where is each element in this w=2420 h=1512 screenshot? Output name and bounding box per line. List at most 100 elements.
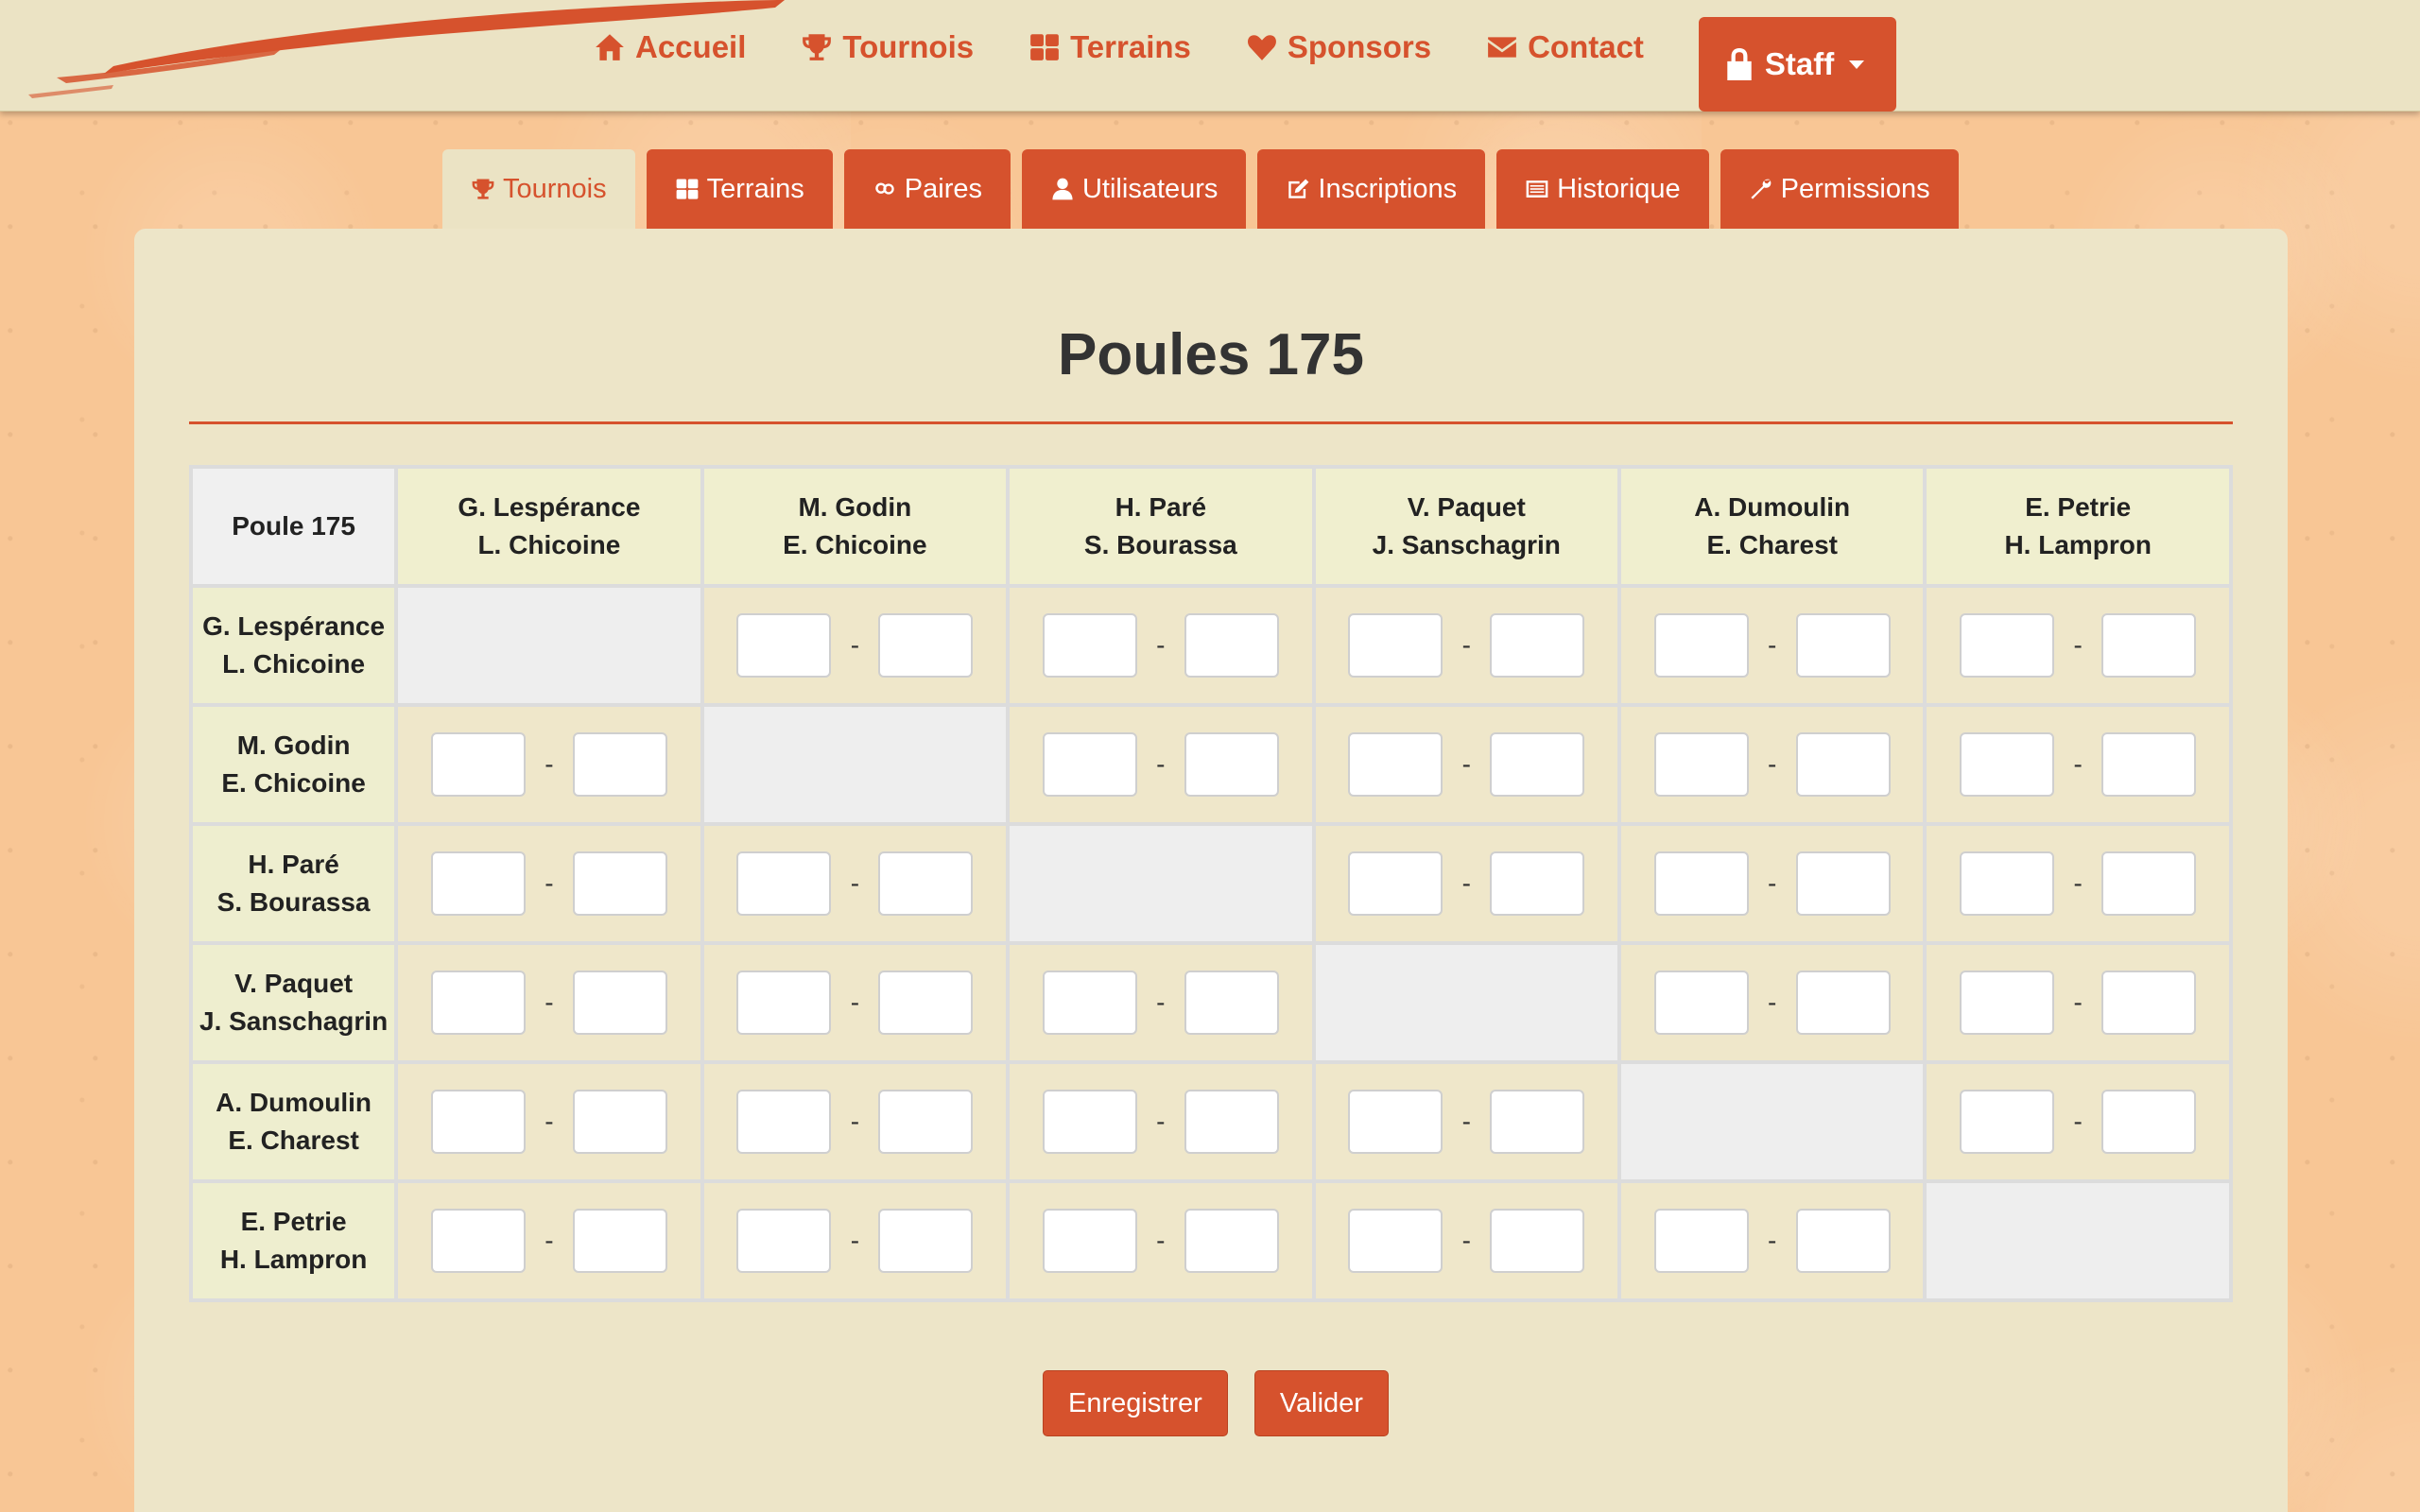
score-input-away[interactable] <box>2101 732 2197 797</box>
validate-button[interactable]: Valider <box>1253 1370 1389 1436</box>
score-input-home[interactable] <box>736 613 832 678</box>
score-input-away[interactable] <box>1184 971 1279 1035</box>
score-input-away[interactable] <box>878 1090 974 1154</box>
poule-table-container[interactable]: Poule 175 G. Lespérance L. Chicoine M. God… <box>189 465 2233 1512</box>
score-input-home[interactable] <box>1960 613 2055 678</box>
score-input-home[interactable] <box>1348 1209 1443 1273</box>
score-pair: - <box>1042 1209 1279 1273</box>
score-input-home[interactable] <box>1960 1090 2055 1154</box>
nav-tournois[interactable]: Tournois <box>801 0 1002 94</box>
score-input-away[interactable] <box>1490 613 1585 678</box>
score-input-home[interactable] <box>1653 732 1749 797</box>
score-input-home[interactable] <box>736 851 832 916</box>
score-input-home[interactable] <box>430 732 526 797</box>
score-input-home[interactable] <box>1348 613 1443 678</box>
nav-accueil[interactable]: Accueil <box>594 0 774 94</box>
score-input-home[interactable] <box>430 1209 526 1273</box>
score-separator: - <box>2073 988 2083 1017</box>
score-input-home[interactable] <box>1960 971 2055 1035</box>
save-button[interactable]: Enregistrer <box>1043 1370 1228 1436</box>
score-input-home[interactable] <box>1960 851 2055 916</box>
score-input-away[interactable] <box>1795 851 1891 916</box>
score-pair: - <box>736 851 974 916</box>
tab-historique[interactable]: Historique <box>1496 149 1709 229</box>
score-input-away[interactable] <box>1490 851 1585 916</box>
score-input-home[interactable] <box>1042 971 1137 1035</box>
score-input-home[interactable] <box>1042 1090 1137 1154</box>
score-input-home[interactable] <box>1653 971 1749 1035</box>
tab-paires[interactable]: Paires <box>843 149 1011 229</box>
score-input-home[interactable] <box>1348 851 1443 916</box>
pair-player-1: E. Petrie <box>240 1207 347 1236</box>
staff-dropdown[interactable]: Staff <box>1698 17 1897 112</box>
score-input-away[interactable] <box>572 1090 667 1154</box>
score-input-away[interactable] <box>2101 1090 2197 1154</box>
diagonal-cell <box>398 588 700 703</box>
tab-utilisateurs[interactable]: Utilisateurs <box>1021 149 1247 229</box>
score-input-away[interactable] <box>878 1209 974 1273</box>
score-input-away[interactable] <box>572 732 667 797</box>
score-input-away[interactable] <box>1184 1090 1279 1154</box>
nav-terrains[interactable]: Terrains <box>1028 0 1219 94</box>
score-input-away[interactable] <box>2101 971 2197 1035</box>
tab-inscriptions[interactable]: Inscriptions <box>1257 149 1486 229</box>
gender-icon <box>874 182 894 195</box>
score-input-away[interactable] <box>1490 732 1585 797</box>
score-input-home[interactable] <box>1960 732 2055 797</box>
pair-player-1: V. Paquet <box>234 969 354 998</box>
score-input-away[interactable] <box>878 851 974 916</box>
pair-player-1: A. Dumoulin <box>216 1088 372 1117</box>
diagonal-cell <box>1315 945 1617 1060</box>
score-input-away[interactable] <box>1795 1209 1891 1273</box>
score-input-away[interactable] <box>572 971 667 1035</box>
score-input-away[interactable] <box>2101 613 2197 678</box>
pair-player-2: E. Charest <box>1706 530 1838 559</box>
score-input-away[interactable] <box>572 851 667 916</box>
nav-sponsors[interactable]: Sponsors <box>1246 0 1460 94</box>
score-input-away[interactable] <box>1184 1209 1279 1273</box>
pair-player-1: H. Paré <box>248 850 339 879</box>
score-input-away[interactable] <box>878 613 974 678</box>
score-input-home[interactable] <box>430 851 526 916</box>
score-separator: - <box>1461 1107 1471 1136</box>
score-input-home[interactable] <box>430 1090 526 1154</box>
score-input-home[interactable] <box>1042 613 1137 678</box>
score-cell: - <box>1315 1064 1617 1179</box>
score-input-away[interactable] <box>1184 732 1279 797</box>
score-input-home[interactable] <box>430 971 526 1035</box>
score-input-away[interactable] <box>1490 1090 1585 1154</box>
score-input-home[interactable] <box>1042 732 1137 797</box>
score-input-home[interactable] <box>1042 1209 1137 1273</box>
column-header-pair: M. Godin E. Chicoine <box>703 469 1007 584</box>
score-input-home[interactable] <box>1348 732 1443 797</box>
nav-contact[interactable]: Contact <box>1486 0 1672 94</box>
tab-terrains[interactable]: Terrains <box>646 149 833 229</box>
pair-player-2: S. Bourassa <box>1083 530 1237 559</box>
score-input-away[interactable] <box>878 971 974 1035</box>
score-input-home[interactable] <box>736 971 832 1035</box>
nav-accueil-label: Accueil <box>635 29 747 64</box>
score-input-home[interactable] <box>736 1090 832 1154</box>
score-input-away[interactable] <box>1795 971 1891 1035</box>
score-cell: - <box>398 1183 700 1298</box>
score-input-home[interactable] <box>1653 851 1749 916</box>
score-input-away[interactable] <box>1490 1209 1585 1273</box>
score-input-away[interactable] <box>1795 613 1891 678</box>
score-cell: - <box>1010 707 1312 822</box>
tab-permissions[interactable]: Permissions <box>1720 149 1959 229</box>
score-input-home[interactable] <box>1653 1209 1749 1273</box>
pair-player-2: J. Sanschagrin <box>199 1006 389 1036</box>
row-header-pair: A. Dumoulin E. Charest <box>193 1064 395 1179</box>
score-input-home[interactable] <box>1348 1090 1443 1154</box>
score-pair: - <box>1042 613 1279 678</box>
score-input-away[interactable] <box>1184 613 1279 678</box>
score-input-home[interactable] <box>736 1209 832 1273</box>
tab-tournois[interactable]: Tournois <box>442 149 635 229</box>
score-input-away[interactable] <box>572 1209 667 1273</box>
score-input-away[interactable] <box>2101 851 2197 916</box>
top-navbar: Accueil Tournois Terrains Sponsors Conta… <box>0 0 2420 112</box>
tab-permissions-label: Permissions <box>1780 173 1930 204</box>
score-cell: - <box>703 588 1007 703</box>
score-input-home[interactable] <box>1653 613 1749 678</box>
score-input-away[interactable] <box>1795 732 1891 797</box>
